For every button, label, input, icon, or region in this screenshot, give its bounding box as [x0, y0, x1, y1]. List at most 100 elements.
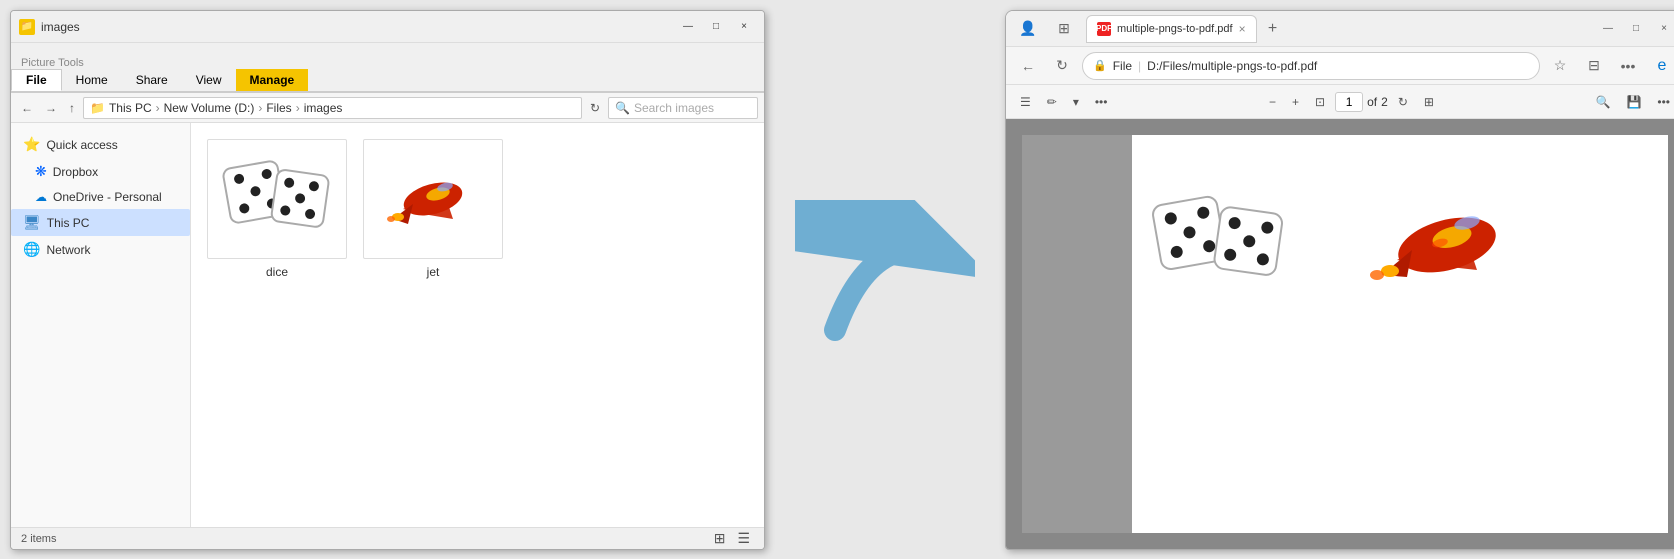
maximize-button[interactable]: □ [704, 18, 728, 36]
pdf-annotate-button[interactable]: ✏ [1041, 89, 1063, 115]
url-file-label: File [1113, 59, 1132, 73]
tab-manage[interactable]: Manage [236, 69, 309, 91]
dice-svg [222, 154, 332, 244]
folder-icon: 📁 [19, 19, 35, 35]
pdf-save-button[interactable]: 💾 [1620, 89, 1647, 115]
forward-button[interactable]: → [41, 99, 61, 117]
file-item-dice[interactable]: dice [207, 139, 347, 279]
dice-thumbnail [207, 139, 347, 259]
quickaccess-icon: ⭐ [23, 136, 40, 153]
sidebar-label-onedrive: OneDrive - Personal [53, 190, 162, 204]
arrow-container [785, 10, 985, 550]
pdf-toolbar: ☰ ✏ ▾ ••• − + ⊡ of 2 ↻ ⊞ 🔍 💾 ••• [1006, 85, 1674, 119]
sidebar-label-network: Network [46, 243, 90, 257]
item-unit: items [30, 533, 56, 545]
lock-icon: 🔒 [1093, 59, 1107, 72]
jet-thumbnail [363, 139, 503, 259]
breadcrumb-newvolume: New Volume (D:) [164, 101, 255, 115]
window-controls: — □ × [676, 18, 756, 36]
sidebar-label-dropbox: Dropbox [53, 165, 98, 179]
file-item-jet[interactable]: jet [363, 139, 503, 279]
pdf-jet-group [1352, 165, 1532, 328]
up-button[interactable]: ↑ [65, 99, 79, 117]
list-view-button[interactable]: ⊞ [710, 528, 730, 549]
tab-home[interactable]: Home [62, 69, 122, 91]
sidebar-item-network[interactable]: 🌐 Network [11, 236, 190, 263]
url-path: D:/Files/multiple-pngs-to-pdf.pdf [1147, 59, 1529, 73]
page-of: of [1367, 95, 1377, 109]
picture-tools-label: Picture Tools [17, 57, 88, 69]
blue-arrow [795, 200, 975, 360]
pdf-dice-svg [1152, 185, 1292, 305]
explorer-window: 📁 images — □ × Picture Tools File Home S… [10, 10, 765, 550]
browser-more-button[interactable]: ••• [1614, 52, 1642, 80]
pdf-favicon: PDF [1097, 22, 1111, 36]
main-content: dice [191, 123, 764, 527]
pdf-search-button[interactable]: 🔍 [1589, 89, 1616, 115]
browser-profile-button[interactable]: 👤 [1014, 15, 1042, 43]
tab-file[interactable]: File [11, 69, 62, 91]
pdf-viewer [1006, 119, 1674, 549]
pdf-more-button[interactable]: ••• [1089, 89, 1114, 115]
back-button[interactable]: ← [17, 99, 37, 117]
status-bar: 2 items ⊞ ☰ [11, 527, 764, 549]
browser-titlebar: 👤 ⊞ PDF multiple-pngs-to-pdf.pdf × + — □… [1006, 11, 1674, 47]
browser-bookmark-button[interactable]: ☆ [1546, 52, 1574, 80]
titlebar-left: 📁 images [19, 19, 80, 35]
pdf-jet-svg [1352, 165, 1532, 325]
minimize-button[interactable]: — [676, 18, 700, 36]
jet-filename: jet [427, 265, 440, 279]
browser-edge-button[interactable]: e [1648, 52, 1674, 80]
thispc-icon: 🖥 [23, 214, 41, 231]
pdf-annotate-dropdown[interactable]: ▾ [1067, 89, 1085, 115]
sidebar: ⭐ Quick access ❋ Dropbox ☁ OneDrive - Pe… [11, 123, 191, 527]
dropbox-icon: ❋ [35, 163, 47, 180]
browser-close-button[interactable]: × [1652, 20, 1674, 38]
url-bar[interactable]: 🔒 File | D:/Files/multiple-pngs-to-pdf.p… [1082, 52, 1540, 80]
tab-view[interactable]: View [182, 69, 236, 91]
pdf-rotate-button[interactable]: ↻ [1392, 89, 1414, 115]
pdf-fit-button[interactable]: ⊡ [1309, 89, 1331, 115]
browser-tab-pdf[interactable]: PDF multiple-pngs-to-pdf.pdf × [1086, 15, 1257, 43]
sidebar-item-dropbox[interactable]: ❋ Dropbox [11, 158, 190, 185]
search-box[interactable]: 🔍 Search images [608, 97, 758, 119]
onedrive-icon: ☁ [35, 190, 47, 204]
breadcrumb-thispc: This PC [109, 101, 152, 115]
pdf-zoom-out-button[interactable]: − [1263, 89, 1282, 115]
sidebar-item-thispc[interactable]: 🖥 This PC [11, 209, 190, 236]
breadcrumb[interactable]: 📁 This PC › New Volume (D:) › Files › im… [83, 97, 582, 119]
pdf-more2-button[interactable]: ••• [1651, 89, 1674, 115]
browser-minimize-button[interactable]: — [1596, 20, 1620, 38]
browser-collections-button[interactable]: ⊞ [1050, 15, 1078, 43]
sidebar-label-quickaccess: Quick access [46, 138, 117, 152]
pdf-spread-button[interactable]: ⊞ [1418, 89, 1440, 115]
breadcrumb-icon: 📁 [90, 101, 105, 115]
url-separator: | [1138, 59, 1141, 73]
detail-view-button[interactable]: ☰ [733, 528, 754, 549]
browser-maximize-button[interactable]: □ [1624, 20, 1648, 38]
refresh-button[interactable]: ↻ [586, 99, 604, 117]
status-text: 2 items [21, 533, 56, 545]
pdf-zoom-in-button[interactable]: + [1286, 89, 1305, 115]
browser-window-controls: — □ × [1596, 20, 1674, 38]
close-button[interactable]: × [732, 18, 756, 36]
browser-splitscreen-button[interactable]: ⊟ [1580, 52, 1608, 80]
tab-close-button[interactable]: × [1239, 22, 1246, 36]
sidebar-item-onedrive[interactable]: ☁ OneDrive - Personal [11, 185, 190, 209]
tab-share[interactable]: Share [122, 69, 182, 91]
search-placeholder: Search images [634, 101, 714, 115]
breadcrumb-files: Files [266, 101, 291, 115]
browser-refresh-button[interactable]: ↻ [1048, 52, 1076, 80]
current-page-input[interactable] [1335, 92, 1363, 112]
breadcrumb-images: images [304, 101, 343, 115]
new-tab-button[interactable]: + [1261, 17, 1285, 41]
sidebar-item-quickaccess[interactable]: ⭐ Quick access [11, 131, 190, 158]
address-bar: ← → ↑ 📁 This PC › New Volume (D:) › File… [11, 93, 764, 123]
browser-addressbar: ← ↻ 🔒 File | D:/Files/multiple-pngs-to-p… [1006, 47, 1674, 85]
browser-back-button[interactable]: ← [1014, 52, 1042, 80]
item-count: 2 [21, 533, 27, 545]
ribbon-tabs: Picture Tools [11, 43, 764, 69]
pdf-menu-button[interactable]: ☰ [1014, 89, 1037, 115]
explorer-body: ⭐ Quick access ❋ Dropbox ☁ OneDrive - Pe… [11, 123, 764, 527]
status-view-controls: ⊞ ☰ [710, 528, 754, 549]
